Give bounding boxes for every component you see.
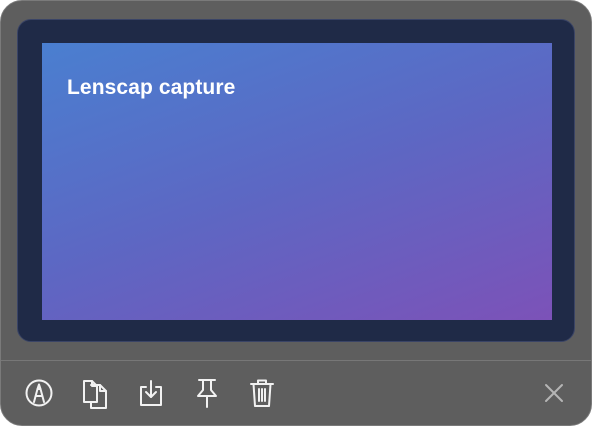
close-icon [545,384,563,402]
capture-window: Lenscap capture [0,0,592,426]
annotate-icon [25,379,53,407]
close-button[interactable] [538,375,570,411]
capture-preview[interactable]: Lenscap capture [42,43,552,320]
pin-icon [197,379,217,408]
delete-button[interactable] [246,375,278,411]
annotate-button[interactable] [23,375,55,411]
preview-frame: Lenscap capture [17,19,575,342]
toolbar [1,361,591,425]
save-button[interactable] [135,375,167,411]
trash-icon [250,379,274,407]
copy-icon [83,380,107,409]
pin-button[interactable] [191,375,223,411]
capture-title: Lenscap capture [67,76,236,99]
copy-button[interactable] [79,375,111,411]
save-icon [140,380,162,406]
